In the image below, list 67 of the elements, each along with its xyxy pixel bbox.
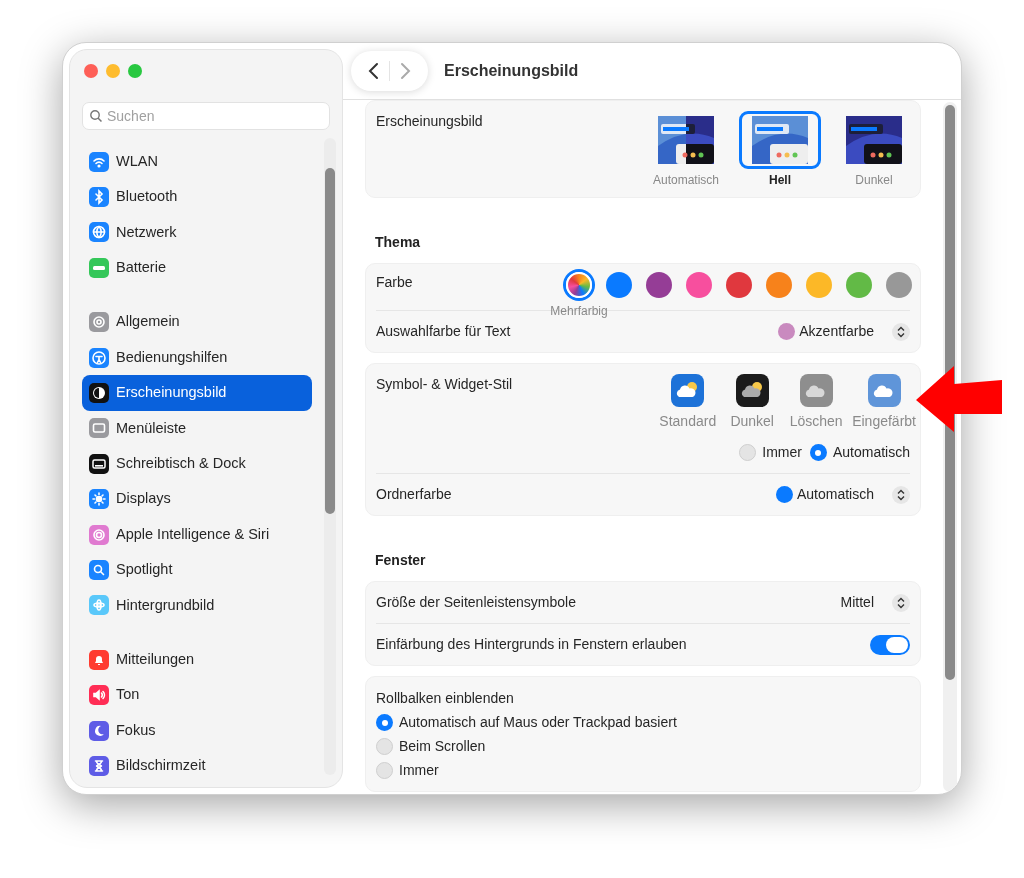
accent-color-swatch[interactable] (606, 272, 632, 298)
sidebar-item[interactable]: Batterie (82, 250, 312, 286)
popup-button[interactable]: Mittel (840, 592, 910, 613)
setting-label: Größe der Seitenleistensymbole (376, 593, 576, 612)
accent-color-swatch[interactable] (566, 272, 592, 298)
sidebar-item[interactable]: Schreibtisch & Dock (82, 446, 312, 482)
accent-color-swatch[interactable] (686, 272, 712, 298)
sidebar-item[interactable]: Erscheinungsbild (82, 375, 312, 411)
zoom-window-button[interactable] (128, 64, 142, 78)
sidebar-item[interactable]: Displays (82, 481, 312, 517)
radio-label: Automatisch auf Maus oder Trackpad basiert (399, 713, 677, 732)
accent-color-swatch[interactable] (806, 272, 832, 298)
scrollbar-thumb[interactable] (325, 168, 335, 514)
radio-button[interactable] (376, 738, 393, 755)
setting-label: Farbe (376, 273, 413, 292)
chevron-up-down-icon (892, 322, 910, 341)
radio-label: Immer (399, 761, 439, 780)
radio-button[interactable] (739, 444, 757, 461)
sidebar-item[interactable]: Fokus (82, 712, 312, 749)
window-title: Erscheinungsbild (444, 61, 579, 81)
setting-label: Ordnerfarbe (376, 485, 452, 504)
radio-label: Automatisch (832, 443, 910, 462)
section-heading: Thema (374, 233, 422, 252)
sidebar-item[interactable]: Hintergrundbild (82, 587, 312, 624)
swatch-caption: Mehrfarbig (550, 303, 608, 320)
scrollbar-thumb[interactable] (945, 105, 955, 680)
setting-label: Symbol- & Widget-Stil (376, 375, 513, 394)
setting-label: Erscheinungsbild (376, 112, 483, 131)
radio-button[interactable] (376, 762, 393, 779)
sidebar-item[interactable]: Allgemein (82, 304, 312, 340)
sidebar-item[interactable]: Ton (82, 677, 312, 713)
setting-label: Einfärbung des Hintergrunds in Fenstern erlauben (376, 635, 687, 654)
weather-cloud-icon (671, 374, 705, 407)
accent-color-swatch[interactable] (766, 272, 792, 298)
accent-color-swatch[interactable] (726, 272, 752, 298)
appearance-option[interactable]: Hell (740, 111, 820, 189)
sidebar-item[interactable]: Menüleiste (82, 410, 312, 447)
chevron-up-down-icon (892, 485, 910, 504)
sidebar-item[interactable]: Mitteilungen (82, 642, 312, 678)
setting-label: Auswahlfarbe für Text (376, 322, 511, 341)
section-heading: Fenster (374, 551, 427, 570)
weather-cloud-icon (735, 374, 769, 407)
sidebar-item[interactable]: WLAN (82, 144, 312, 180)
accent-color-swatch[interactable] (846, 272, 872, 298)
close-window-button[interactable] (84, 64, 98, 78)
setting-label: Rollbalken einblenden (376, 689, 515, 708)
weather-cloud-icon (867, 374, 901, 407)
radio-button[interactable] (376, 714, 393, 731)
sidebar-item[interactable]: Apple Intelligence & Siri (82, 516, 312, 553)
sidebar-item[interactable]: Netzwerk (82, 214, 312, 251)
sidebar-item[interactable]: Bildschirmzeit (82, 748, 312, 784)
chevron-up-down-icon (892, 593, 910, 612)
accent-color-swatch[interactable] (646, 272, 672, 298)
sidebar-item[interactable]: Bedienungshilfen (82, 339, 312, 376)
search-field[interactable]: Suchen (82, 102, 330, 130)
search-icon (89, 109, 103, 123)
sidebar-item[interactable]: Bluetooth (82, 179, 312, 215)
popup-button[interactable]: Automatisch (775, 484, 910, 505)
radio-label: Immer (762, 443, 802, 462)
toggle-switch[interactable] (870, 634, 910, 655)
popup-button[interactable]: Akzentfarbe (778, 321, 910, 342)
radio-button[interactable] (809, 444, 827, 461)
minimize-window-button[interactable] (106, 64, 120, 78)
radio-label: Beim Scrollen (399, 737, 486, 756)
sidebar-item[interactable]: Spotlight (82, 552, 312, 588)
weather-cloud-icon (799, 374, 833, 407)
accent-color-swatch[interactable] (886, 272, 912, 298)
